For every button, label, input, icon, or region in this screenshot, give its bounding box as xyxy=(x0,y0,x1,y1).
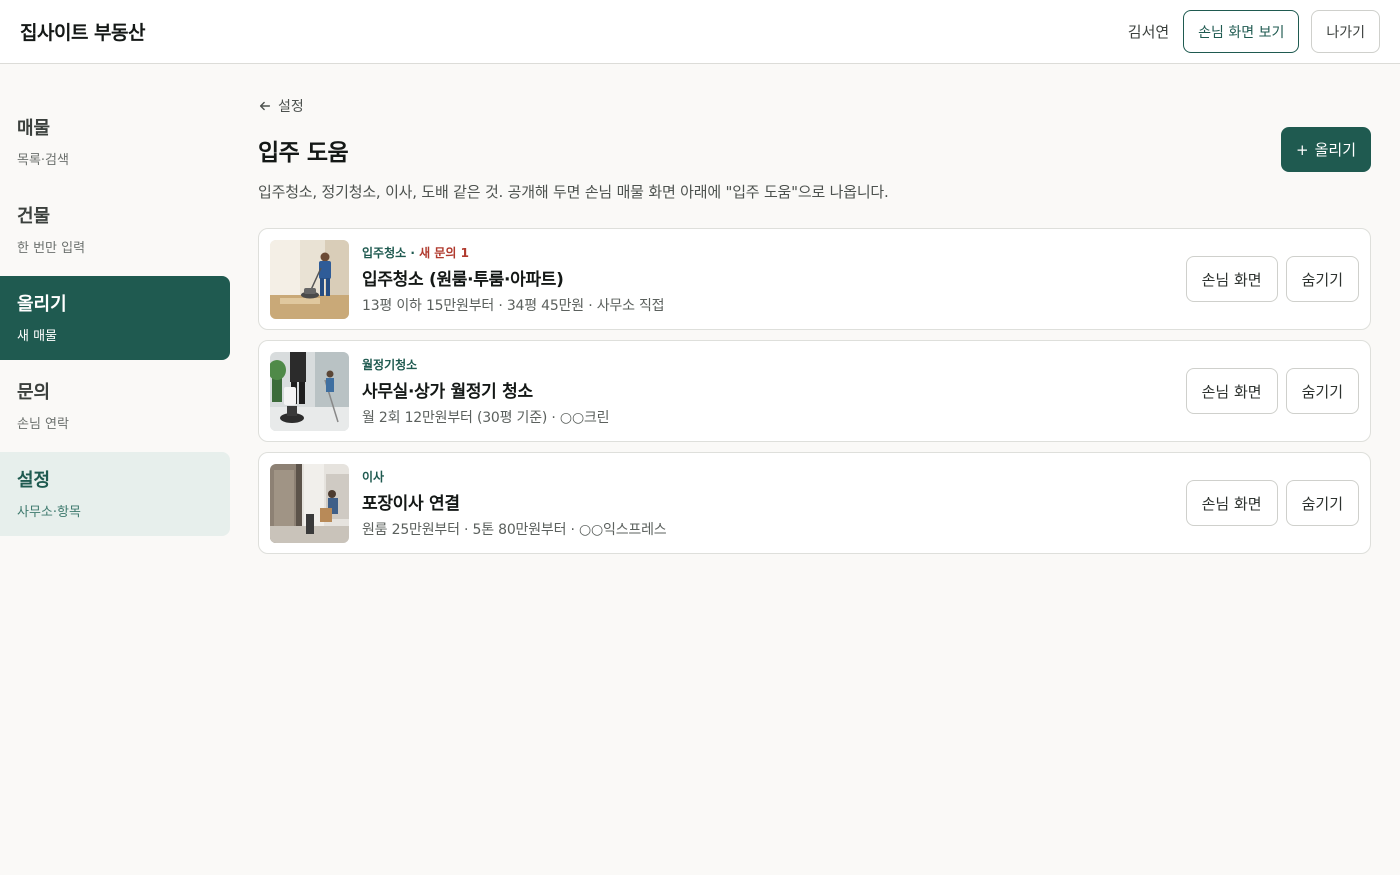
sidebar-item-subtitle: 목록·검색 xyxy=(17,153,69,168)
hide-service-button[interactable]: 숨기기 xyxy=(1285,368,1359,414)
sidebar-item-title: 설정 xyxy=(17,470,51,491)
category-separator: · xyxy=(406,245,420,260)
sidebar-item-inquiries[interactable]: 문의 손님 연락 xyxy=(0,364,230,448)
service-meta: 13평 이하 15만원부터 · 34평 45만원 · 사무소 직접 xyxy=(362,297,665,314)
service-category: 이사 xyxy=(362,469,385,484)
customer-view-service-button[interactable]: 손님 화면 xyxy=(1185,480,1278,526)
main-content: 설정 입주 도움 + 올리기 입주청소, 정기청소, 이사, 도배 같은 것. … xyxy=(230,64,1400,554)
sidebar-item-subtitle: 한 번만 입력 xyxy=(17,241,86,256)
service-list: 입주청소 · 새 문의 1 입주청소 (원룸·투룸·아파트) 13평 이하 15… xyxy=(258,228,1371,554)
plus-icon: + xyxy=(1296,140,1309,159)
service-actions: 손님 화면 숨기기 xyxy=(1185,256,1359,302)
header-actions: 김서연 손님 화면 보기 나가기 xyxy=(1128,10,1380,53)
service-category-line: 이사 xyxy=(362,468,1186,485)
service-card-body: 월정기청소 사무실·상가 월정기 청소 월 2회 12만원부터 (30평 기준)… xyxy=(362,356,1186,427)
page-layout: 매물 목록·검색 건물 한 번만 입력 올리기 새 매물 문의 손님 연락 설정… xyxy=(0,64,1400,554)
brand-logo-text[interactable]: 집사이트 부동산 xyxy=(20,18,145,45)
new-inquiry-badge[interactable]: 새 문의 1 xyxy=(419,246,469,260)
service-actions: 손님 화면 숨기기 xyxy=(1185,368,1359,414)
floor-cleaning-photo-icon xyxy=(270,239,349,319)
service-category-line: 입주청소 · 새 문의 1 xyxy=(362,244,1186,261)
sidebar-item-title: 올리기 xyxy=(17,294,67,315)
service-card-body: 입주청소 · 새 문의 1 입주청소 (원룸·투룸·아파트) 13평 이하 15… xyxy=(362,244,1186,315)
sidebar-item-title: 매물 xyxy=(17,118,51,139)
add-service-label: 올리기 xyxy=(1314,141,1356,159)
service-title: 포장이사 연결 xyxy=(362,493,460,514)
customer-view-service-button[interactable]: 손님 화면 xyxy=(1185,256,1278,302)
service-category: 입주청소 xyxy=(362,245,407,260)
service-title: 사무실·상가 월정기 청소 xyxy=(362,381,533,402)
sidebar-item-subtitle: 사무소·항목 xyxy=(17,505,81,520)
service-card: 입주청소 · 새 문의 1 입주청소 (원룸·투룸·아파트) 13평 이하 15… xyxy=(258,228,1371,330)
service-meta: 월 2회 12만원부터 (30평 기준) · ○○크린 xyxy=(362,409,610,426)
sidebar-item-subtitle: 새 매물 xyxy=(17,329,58,344)
back-link-label: 설정 xyxy=(278,99,304,115)
sidebar: 매물 목록·검색 건물 한 번만 입력 올리기 새 매물 문의 손님 연락 설정… xyxy=(0,64,230,554)
title-row: 입주 도움 + 올리기 xyxy=(258,127,1371,172)
sidebar-item-title: 건물 xyxy=(17,206,51,227)
service-actions: 손님 화면 숨기기 xyxy=(1185,480,1359,526)
sidebar-item-upload[interactable]: 올리기 새 매물 xyxy=(0,276,230,360)
service-meta: 원룸 25만원부터 · 5톤 80만원부터 · ○○익스프레스 xyxy=(362,521,667,538)
customer-view-service-button[interactable]: 손님 화면 xyxy=(1185,368,1278,414)
service-card: 이사 포장이사 연결 원룸 25만원부터 · 5톤 80만원부터 · ○○익스프… xyxy=(258,452,1371,554)
service-category: 월정기청소 xyxy=(362,357,418,372)
sidebar-item-listings[interactable]: 매물 목록·검색 xyxy=(0,100,230,184)
sidebar-item-subtitle: 손님 연락 xyxy=(17,417,69,432)
sidebar-item-buildings[interactable]: 건물 한 번만 입력 xyxy=(0,188,230,272)
page-description: 입주청소, 정기청소, 이사, 도배 같은 것. 공개해 두면 손님 매물 화면… xyxy=(258,183,889,201)
service-card-body: 이사 포장이사 연결 원룸 25만원부터 · 5톤 80만원부터 · ○○익스프… xyxy=(362,468,1186,539)
hide-service-button[interactable]: 숨기기 xyxy=(1285,256,1359,302)
user-name: 김서연 xyxy=(1127,23,1170,41)
sidebar-item-title: 문의 xyxy=(17,382,51,403)
customer-view-button[interactable]: 손님 화면 보기 xyxy=(1183,10,1300,53)
back-link[interactable]: 설정 xyxy=(258,96,304,116)
page-title: 입주 도움 xyxy=(258,139,349,166)
logout-button[interactable]: 나가기 xyxy=(1311,10,1380,53)
service-category-line: 월정기청소 xyxy=(362,356,1186,373)
add-service-button[interactable]: + 올리기 xyxy=(1281,127,1371,172)
service-title: 입주청소 (원룸·투룸·아파트) xyxy=(362,269,564,290)
top-bar: 집사이트 부동산 김서연 손님 화면 보기 나가기 xyxy=(0,0,1400,64)
moving-photo-icon xyxy=(270,463,349,543)
service-card: 월정기청소 사무실·상가 월정기 청소 월 2회 12만원부터 (30평 기준)… xyxy=(258,340,1371,442)
sidebar-item-settings[interactable]: 설정 사무소·항목 xyxy=(0,452,230,536)
arrow-left-icon xyxy=(259,101,271,111)
office-cleaning-photo-icon xyxy=(270,351,349,431)
hide-service-button[interactable]: 숨기기 xyxy=(1285,480,1359,526)
